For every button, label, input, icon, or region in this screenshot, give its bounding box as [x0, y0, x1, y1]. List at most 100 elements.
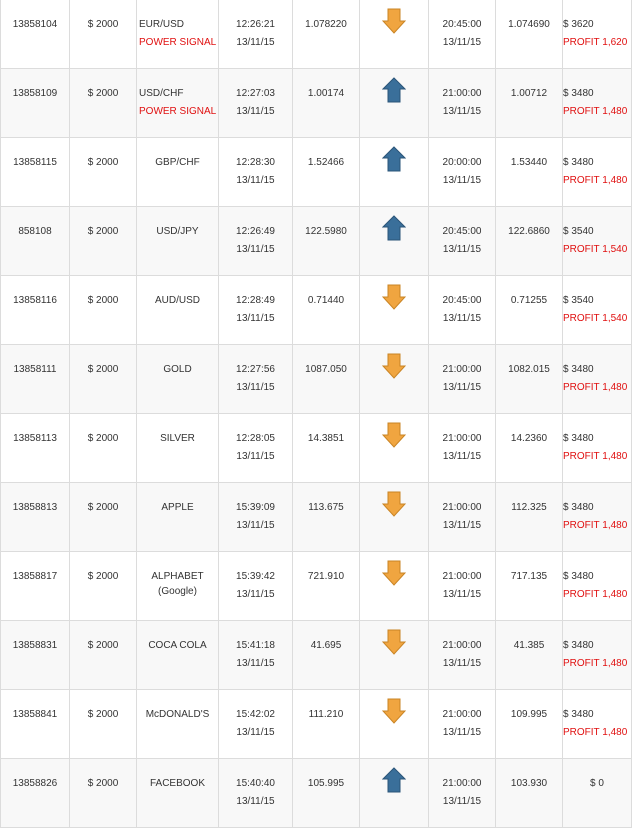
amount-cell: $ 2000 [69, 206, 137, 276]
open-time-cell: 15:41:18 13/11/15 [218, 620, 293, 690]
symbol-cell: FACEBOOK [136, 758, 219, 828]
trade-amount: $ 2000 [87, 88, 119, 99]
open-date: 13/11/15 [236, 37, 275, 48]
result-cell: $ 3480 PROFIT 1,480 [562, 413, 632, 483]
open-time: 15:41:18 [236, 640, 275, 651]
trade-id-cell: 13858817 [0, 551, 70, 621]
trade-id-cell: 13858813 [0, 482, 70, 552]
payout-amount: $ 3480 [563, 433, 594, 444]
open-date: 13/11/15 [236, 382, 275, 393]
direction-cell [359, 344, 429, 414]
trade-row: 13858116 $ 2000 AUD/USD 12:28:49 13/11/1… [0, 275, 632, 345]
symbol-cell: USD/JPY [136, 206, 219, 276]
close-date: 13/11/15 [442, 796, 482, 807]
trade-amount: $ 2000 [87, 709, 119, 720]
direction-cell [359, 689, 429, 759]
trade-amount: $ 2000 [87, 19, 119, 30]
amount-cell: $ 2000 [69, 482, 137, 552]
trade-id: 13858841 [12, 709, 58, 720]
asset-symbol: GBP/CHF [155, 157, 200, 168]
close-time-cell: 21:00:00 13/11/15 [428, 758, 496, 828]
trade-id-cell: 13858109 [0, 68, 70, 138]
trade-row: 13858826 $ 2000 FACEBOOK 15:40:40 13/11/… [0, 758, 632, 828]
open-date: 13/11/15 [236, 589, 275, 600]
symbol-cell: GBP/CHF [136, 137, 219, 207]
trade-amount: $ 2000 [87, 571, 119, 582]
close-date: 13/11/15 [442, 589, 482, 600]
profit-label: PROFIT 1,480 [563, 520, 628, 531]
open-date: 13/11/15 [236, 244, 275, 255]
trade-row: 13858813 $ 2000 APPLE 15:39:09 13/11/15 … [0, 482, 632, 552]
result-cell: $ 3480 PROFIT 1,480 [562, 551, 632, 621]
open-time-cell: 15:39:09 13/11/15 [218, 482, 293, 552]
close-time-cell: 20:45:00 13/11/15 [428, 0, 496, 69]
close-time: 20:45:00 [442, 295, 482, 306]
trade-id-cell: 13858113 [0, 413, 70, 483]
result-cell: $ 3480 PROFIT 1,480 [562, 68, 632, 138]
arrow-up-icon [382, 77, 406, 103]
close-price: 717.135 [510, 571, 548, 582]
open-date: 13/11/15 [236, 313, 275, 324]
direction-cell [359, 206, 429, 276]
trade-id-cell: 13858826 [0, 758, 70, 828]
close-price: 109.995 [510, 709, 548, 720]
symbol-cell: EUR/USD POWER SIGNAL [136, 0, 219, 69]
open-time-cell: 12:28:30 13/11/15 [218, 137, 293, 207]
open-time-cell: 12:28:05 13/11/15 [218, 413, 293, 483]
trade-id: 13858111 [13, 364, 57, 375]
amount-cell: $ 2000 [69, 137, 137, 207]
trade-id-cell: 13858831 [0, 620, 70, 690]
close-time-cell: 20:00:00 13/11/15 [428, 137, 496, 207]
close-price-cell: 1.53440 [495, 137, 563, 207]
payout-amount: $ 3480 [563, 571, 594, 582]
open-price: 0.71440 [307, 295, 345, 306]
open-price: 1.52466 [307, 157, 345, 168]
trade-id: 13858817 [12, 571, 58, 582]
trade-id: 13858831 [12, 640, 58, 651]
open-price-cell: 1.52466 [292, 137, 360, 207]
open-time: 15:40:40 [236, 778, 275, 789]
result-cell: $ 3540 PROFIT 1,540 [562, 275, 632, 345]
trade-row: 13858841 $ 2000 McDONALD'S 15:42:02 13/1… [0, 689, 632, 759]
open-time: 15:39:09 [236, 502, 275, 513]
open-price: 122.5980 [305, 226, 347, 237]
open-date: 13/11/15 [236, 175, 275, 186]
open-price-cell: 14.3851 [292, 413, 360, 483]
close-time: 21:00:00 [442, 778, 482, 789]
trade-amount: $ 2000 [87, 433, 119, 444]
payout-amount: $ 3480 [563, 364, 594, 375]
close-price-cell: 1.00712 [495, 68, 563, 138]
open-price-cell: 41.695 [292, 620, 360, 690]
direction-cell [359, 413, 429, 483]
close-date: 13/11/15 [442, 106, 482, 117]
trade-amount: $ 2000 [87, 502, 119, 513]
amount-cell: $ 2000 [69, 689, 137, 759]
arrow-up-icon [382, 767, 406, 793]
direction-cell [359, 137, 429, 207]
open-time: 12:26:21 [236, 19, 275, 30]
open-price: 1.00174 [307, 88, 345, 99]
result-cell: $ 3480 PROFIT 1,480 [562, 482, 632, 552]
close-time-cell: 21:00:00 13/11/15 [428, 689, 496, 759]
close-time: 21:00:00 [442, 640, 482, 651]
close-date: 13/11/15 [442, 520, 482, 531]
symbol-cell: McDONALD'S [136, 689, 219, 759]
trade-id-cell: 13858115 [0, 137, 70, 207]
open-price-cell: 0.71440 [292, 275, 360, 345]
symbol-cell: ALPHABET (Google) [136, 551, 219, 621]
profit-label: PROFIT 1,540 [563, 244, 628, 255]
close-time: 20:45:00 [442, 226, 482, 237]
close-time: 21:00:00 [442, 571, 482, 582]
close-time-cell: 21:00:00 13/11/15 [428, 482, 496, 552]
open-price-cell: 111.210 [292, 689, 360, 759]
arrow-down-icon [382, 560, 406, 586]
asset-symbol-sub: (Google) [158, 586, 197, 597]
open-time: 12:28:05 [236, 433, 275, 444]
open-price: 1087.050 [305, 364, 347, 375]
trade-id: 13858104 [12, 19, 58, 30]
power-signal-label: POWER SIGNAL [139, 37, 217, 48]
result-cell: $ 3480 PROFIT 1,480 [562, 137, 632, 207]
trade-id: 13858113 [13, 433, 57, 444]
result-cell: $ 3480 PROFIT 1,480 [562, 689, 632, 759]
trade-amount: $ 2000 [87, 157, 119, 168]
